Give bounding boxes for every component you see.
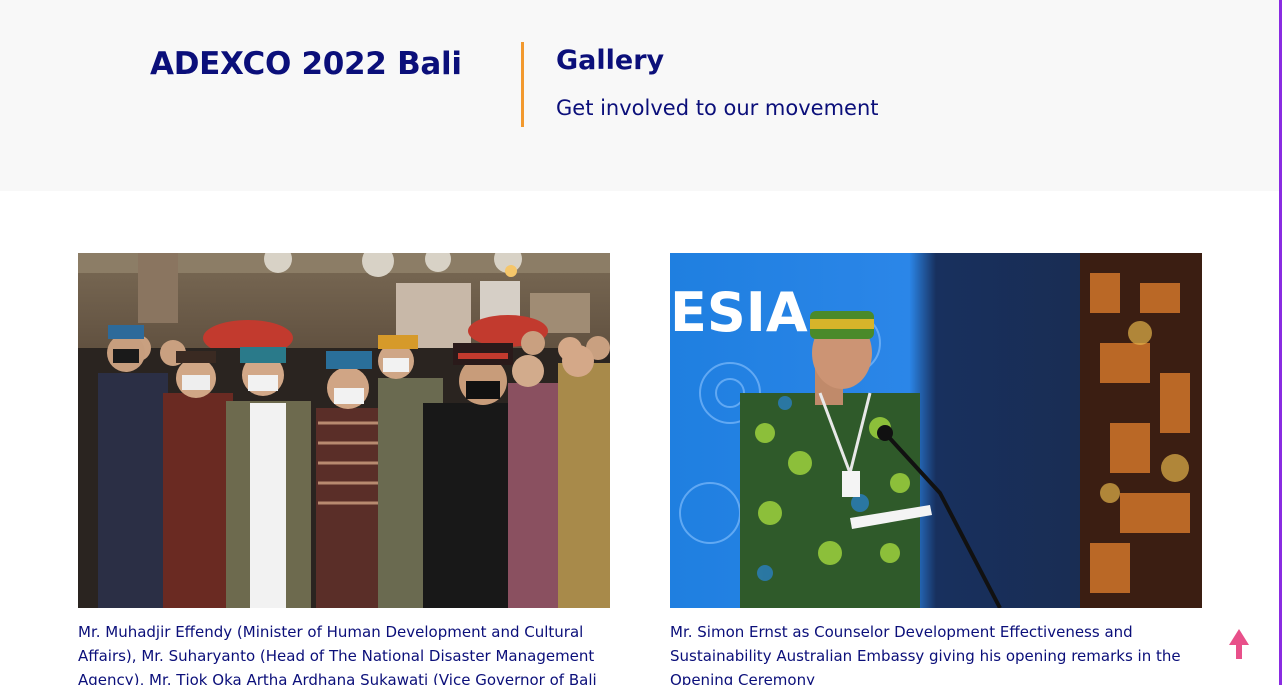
gallery-caption: Mr. Muhadjir Effendy (Minister of Human … bbox=[78, 623, 597, 685]
page: ADEXCO 2022 Bali Gallery Get involved to… bbox=[0, 0, 1282, 685]
page-header: ADEXCO 2022 Bali Gallery Get involved to… bbox=[0, 0, 1279, 191]
gallery-item[interactable]: Mr. Muhadjir Effendy (Minister of Human … bbox=[78, 253, 610, 685]
gallery-photo[interactable]: ESIA bbox=[670, 253, 1202, 608]
screen-text: ESIA bbox=[670, 281, 808, 344]
section-subtitle: Get involved to our movement bbox=[556, 96, 879, 120]
gallery-item[interactable]: ESIA Mr. Simon Ernst as Counselor Develo… bbox=[670, 253, 1202, 685]
site-title: ADEXCO 2022 Bali bbox=[150, 46, 462, 82]
section-title: Gallery bbox=[556, 45, 665, 76]
arrow-up-icon bbox=[1229, 629, 1249, 659]
header-divider bbox=[521, 42, 524, 127]
gallery-photo[interactable] bbox=[78, 253, 610, 608]
gallery-caption: Mr. Simon Ernst as Counselor Development… bbox=[670, 623, 1181, 685]
scroll-to-top-button[interactable] bbox=[1226, 627, 1252, 661]
